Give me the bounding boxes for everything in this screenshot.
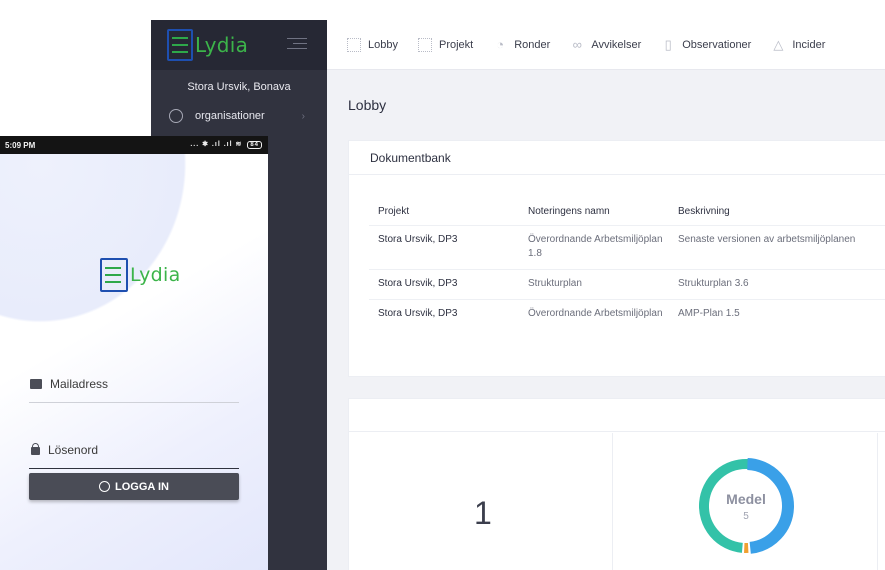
table-header: Projekt Noteringens namn Beskrivning (369, 202, 885, 226)
row-projekt: Stora Ursvik, DP3 (378, 234, 458, 245)
mail-icon (30, 379, 42, 389)
nav-lobby[interactable]: Lobby (347, 37, 398, 52)
column-header-beskrivning[interactable]: Beskrivning (669, 205, 885, 225)
login-button[interactable]: LOGGA IN (29, 473, 239, 500)
row-notering: Strukturplan (528, 278, 582, 289)
nav-projekt[interactable]: Projekt (417, 37, 474, 52)
nav-observationer[interactable]: ▯ Observationer (661, 36, 752, 52)
nav-ronder[interactable]: ◔ Ronder (493, 36, 551, 52)
email-field[interactable]: Mailadress (29, 377, 239, 403)
count-stat: 1 (349, 433, 613, 570)
row-beskrivning: Strukturplan 3.6 (678, 278, 749, 289)
status-time: 5:09 PM (5, 141, 36, 150)
nav-incidenter-label: Incider (792, 38, 826, 51)
logo-text: Lydia (195, 33, 249, 57)
nav-avvikelser[interactable]: ∞ Avvikelser (570, 36, 642, 52)
stats-card: 1 Medel 5 (348, 398, 885, 570)
donut-label: Medel (726, 491, 766, 507)
nav-projekt-label: Projekt (438, 38, 474, 51)
screenshot-stage: Lydia Stora Ursvik, Bonava organisatione… (0, 0, 885, 570)
project-icon (417, 37, 432, 52)
chevron-right-icon: › (301, 110, 305, 122)
signal-icons: ... ✱ .ıl .ıl ≋ (190, 141, 243, 148)
password-placeholder: Lösenord (48, 443, 99, 457)
row-beskrivning: Senaste versionen av arbetsmiljöplanen (678, 234, 856, 245)
document-icon: ▯ (664, 36, 672, 52)
document-bank-card: Dokumentbank Projekt Noteringens namn Be… (348, 140, 885, 377)
globe-icon (169, 109, 183, 123)
battery-icon: 84 (247, 141, 262, 149)
stat-count: 1 (474, 495, 492, 531)
donut-value: 5 (743, 511, 749, 522)
status-bar: 5:09 PM ... ✱ .ıl .ıl ≋ 84 (0, 136, 268, 154)
organization-name: Stora Ursvik, Bonava (187, 81, 291, 93)
row-beskrivning: AMP-Plan 1.5 (678, 308, 740, 319)
page-title: Lobby (348, 97, 387, 113)
nav-ronder-label: Ronder (514, 38, 551, 51)
table-row[interactable]: Stora Ursvik, DP3 Strukturplan Strukturp… (369, 270, 885, 300)
average-stat: Medel 5 (613, 433, 878, 570)
login-icon (99, 481, 110, 492)
column-header-notering[interactable]: Noteringens namn (519, 205, 669, 225)
donut-chart: Medel 5 (697, 457, 795, 555)
stats-card-header (349, 399, 885, 432)
password-field[interactable]: Lösenord (29, 443, 239, 469)
sidebar-header: Lydia (151, 20, 327, 70)
lock-icon (31, 443, 40, 455)
top-navigation: Lobby Projekt ◔ Ronder ∞ Avvikelser ▯ Ob… (327, 20, 885, 70)
menu-toggle-icon[interactable] (287, 38, 307, 52)
warning-icon: △ (773, 36, 784, 52)
phone-login-screen: 5:09 PM ... ✱ .ıl .ıl ≋ 84 Lydia Mailadr… (0, 136, 268, 570)
app-logo[interactable]: Lydia (167, 28, 248, 62)
checklist-logo-icon (100, 258, 128, 292)
phone-background (0, 154, 268, 570)
phone-logo: Lydia (100, 258, 181, 292)
table-row[interactable]: Stora Ursvik, DP3 Överordnande Arbetsmil… (369, 226, 885, 270)
status-icons: ... ✱ .ıl .ıl ≋ 84 (190, 140, 262, 149)
row-notering: Överordnande Arbetsmiljöplan 1.8 (528, 234, 663, 259)
column-header-projekt[interactable]: Projekt (369, 205, 519, 225)
sidebar-item-organisationer[interactable]: organisationer › (151, 102, 327, 130)
row-notering: Överordnande Arbetsmiljöplan (528, 308, 663, 319)
table-row[interactable]: Stora Ursvik, DP3 Överordnande Arbetsmil… (369, 300, 885, 344)
row-projekt: Stora Ursvik, DP3 (378, 278, 458, 289)
document-table: Projekt Noteringens namn Beskrivning Sto… (369, 202, 885, 344)
grid-icon (347, 37, 361, 52)
row-projekt: Stora Ursvik, DP3 (378, 308, 458, 319)
login-button-label: LOGGA IN (115, 480, 169, 493)
sidebar-item-label: organisationer (195, 110, 265, 122)
nav-lobby-label: Lobby (368, 38, 398, 51)
nav-avvikelser-label: Avvikelser (591, 38, 642, 51)
logo-text: Lydia (130, 264, 181, 286)
nav-incidenter[interactable]: △ Incider (771, 36, 826, 52)
nav-observationer-label: Observationer (682, 38, 752, 51)
infinity-icon: ∞ (572, 36, 582, 52)
email-placeholder: Mailadress (50, 377, 109, 391)
checklist-logo-icon (167, 29, 193, 61)
timer-icon: ◔ (496, 36, 505, 52)
document-bank-title: Dokumentbank (349, 141, 885, 175)
